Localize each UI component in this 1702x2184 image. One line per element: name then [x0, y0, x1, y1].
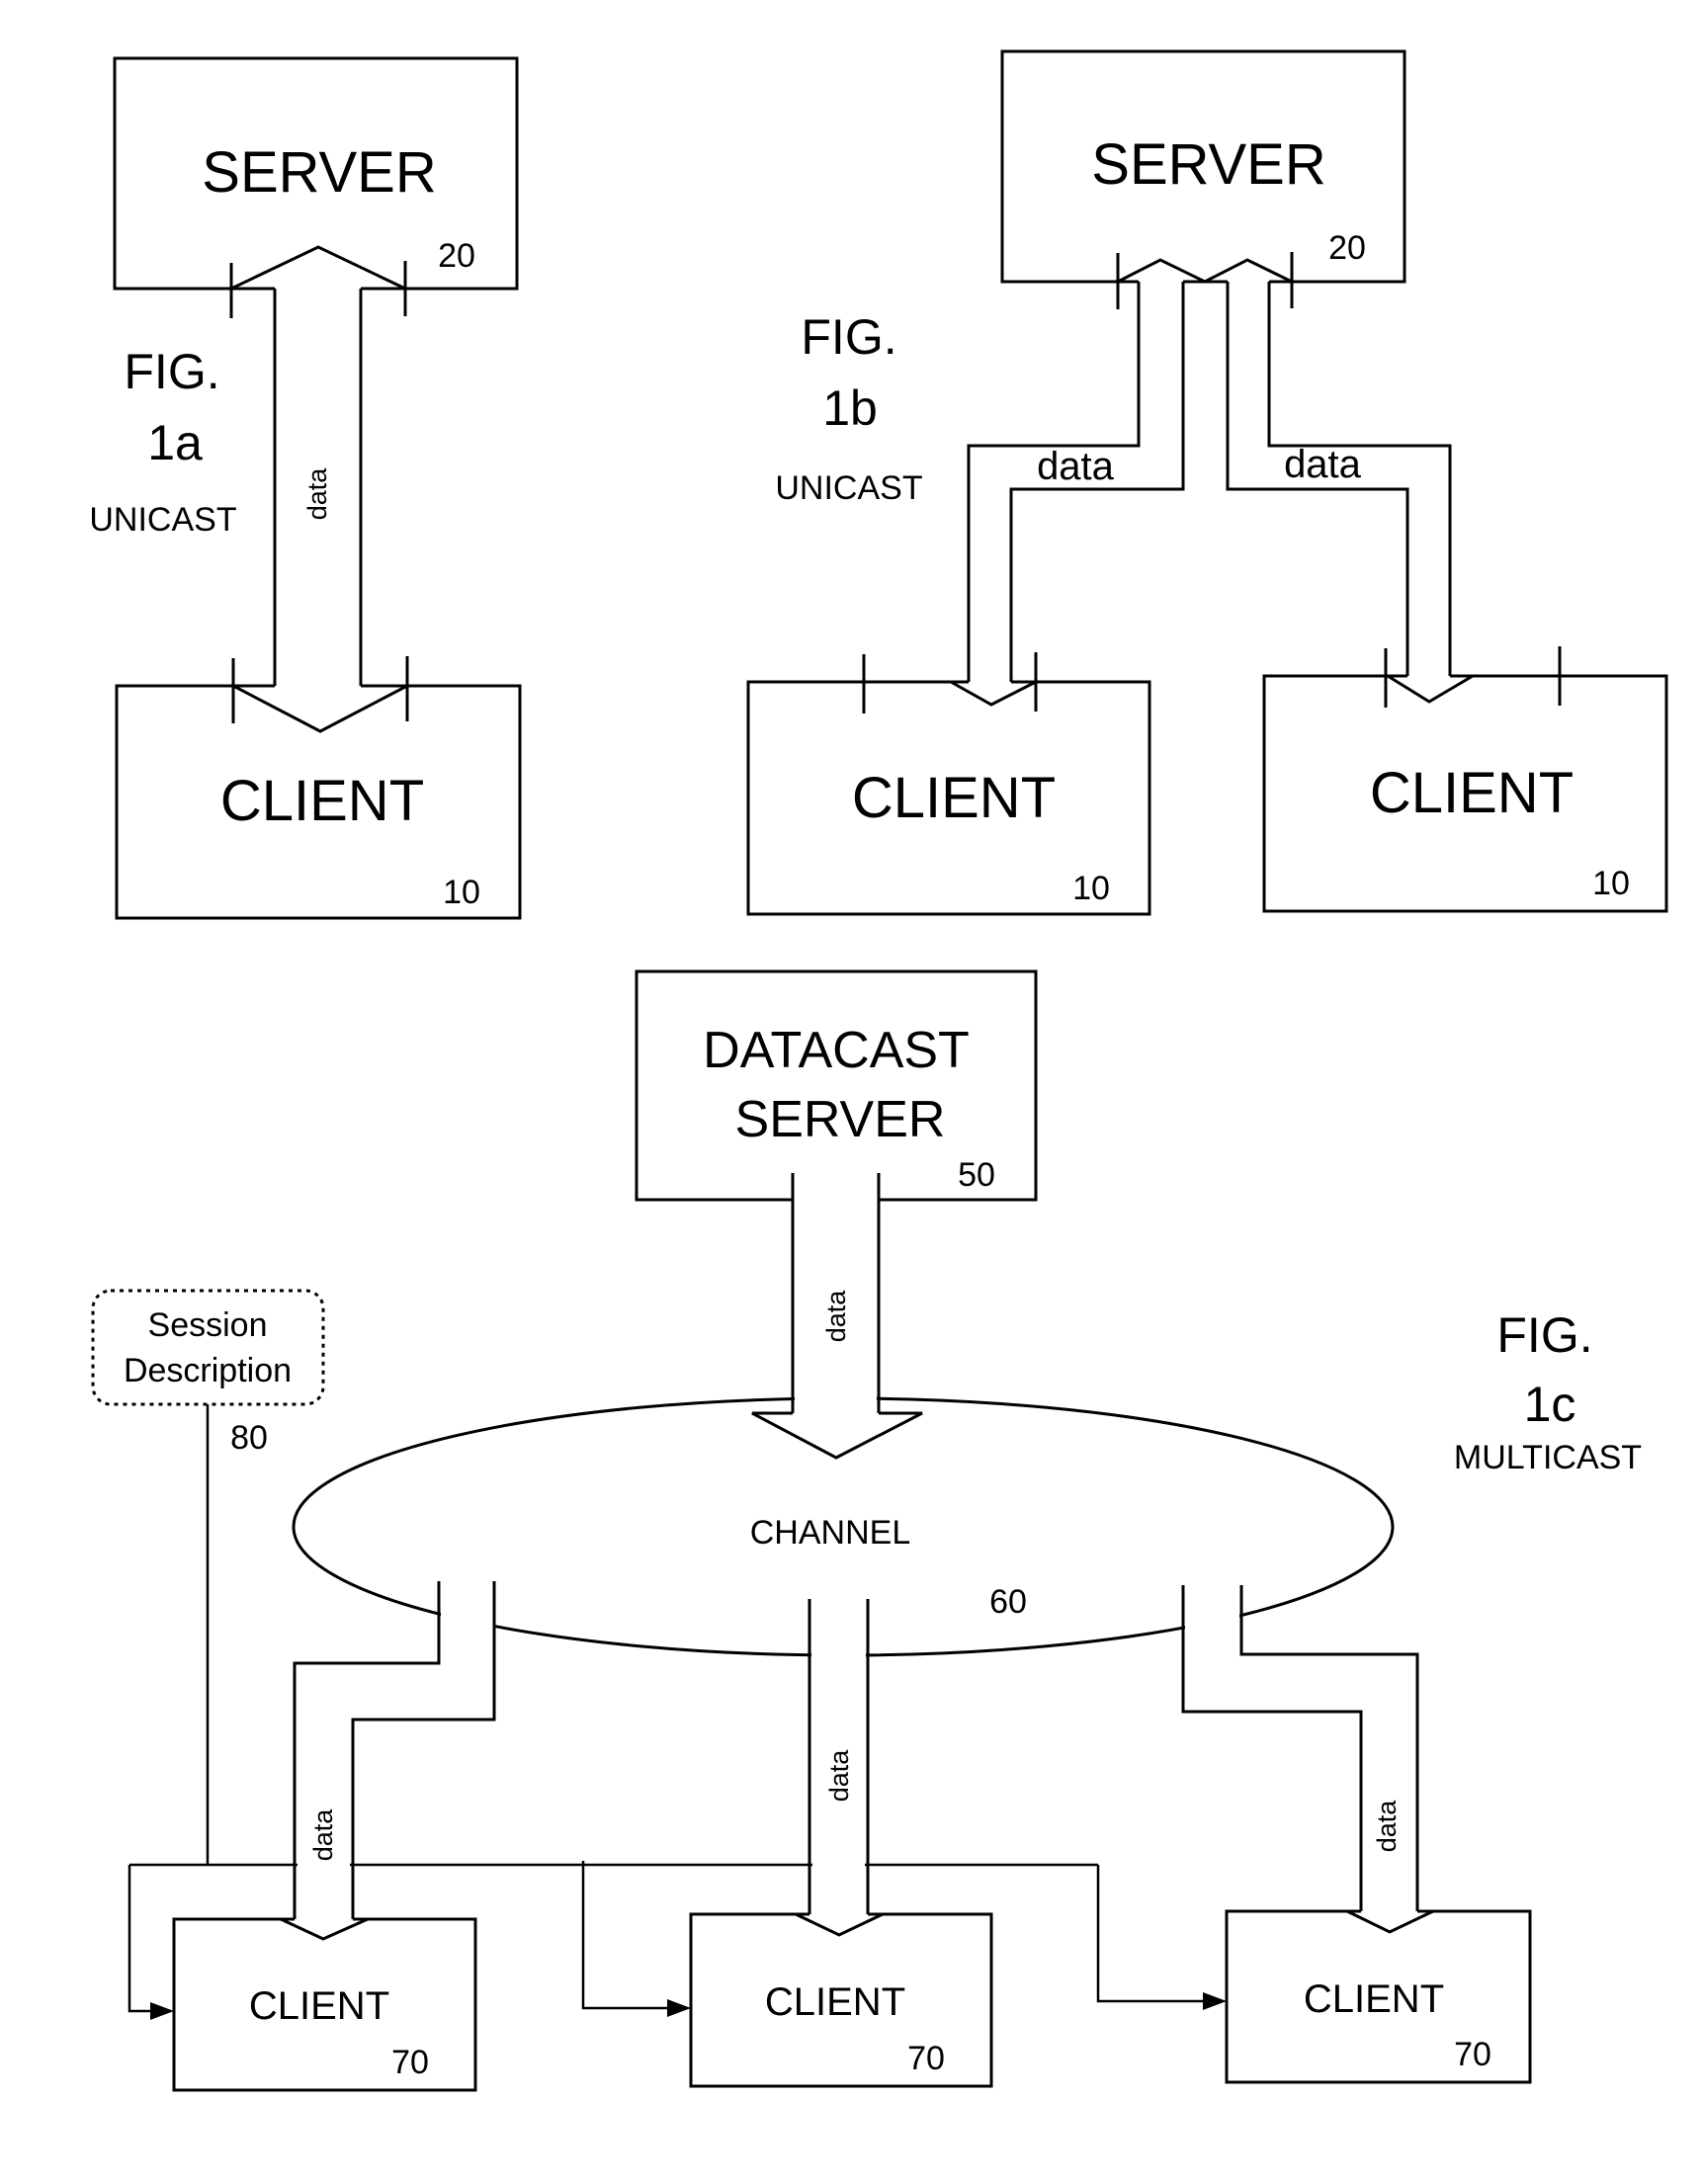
server-label: SERVER [202, 140, 436, 205]
client-ref: 70 [907, 2040, 945, 2077]
fig-1a: SERVER 20 CLIENT 10 data FIG. 1a UNICAST [89, 56, 522, 920]
session-ref: 80 [230, 1419, 268, 1457]
server-label-line2: SERVER [735, 1091, 946, 1148]
arrowhead-down-1a [232, 684, 408, 733]
client-ref: 70 [391, 2044, 429, 2081]
server-label: SERVER [1091, 132, 1325, 197]
client-ref: 10 [1072, 870, 1110, 907]
client-label: CLIENT [249, 1984, 389, 2028]
stub-mask [811, 1581, 866, 1670]
arrowhead-down-1b-right [1387, 674, 1474, 704]
client-ref: 70 [1454, 2036, 1491, 2073]
data-label: data [1037, 445, 1115, 488]
data-label: data [824, 1749, 854, 1803]
session-line1: Session [148, 1306, 268, 1344]
arrowhead-icon [1203, 1992, 1227, 2010]
session-line2: Description [124, 1352, 292, 1389]
stub-mask [441, 1581, 494, 1670]
fig-label: FIG. [801, 309, 896, 365]
fig-caption: MULTICAST [1454, 1439, 1642, 1476]
arrowhead-icon [667, 1999, 691, 2017]
server-label-line1: DATACAST [703, 1022, 970, 1079]
fig-label: FIG. [1496, 1307, 1592, 1363]
bus-mask [812, 1854, 865, 1868]
data-label: data [1372, 1800, 1402, 1853]
shaft-mask [795, 1388, 877, 1412]
client-label: CLIENT [765, 1980, 905, 2024]
client-ref: 10 [443, 874, 480, 911]
fig-label: FIG. [124, 344, 219, 399]
client-label: CLIENT [852, 766, 1056, 830]
fig-number: 1b [822, 380, 878, 436]
fig-1b: SERVER 20 data data CLIENT 10 CLIENT 10 … [746, 49, 1668, 916]
fig-number: 1a [147, 415, 203, 470]
server-ref: 50 [958, 1156, 995, 1194]
fig-caption: UNICAST [775, 469, 922, 507]
client-label: CLIENT [220, 769, 424, 833]
data-label: data [302, 467, 332, 521]
fig-1c: Session Description 80 DATACAST SERVER 5… [91, 969, 1642, 2092]
channel-ref: 60 [989, 1583, 1027, 1621]
arrowhead-up-1b [1117, 258, 1293, 284]
arrowhead-icon [150, 2002, 174, 2020]
data-label: data [821, 1290, 851, 1343]
client-label: CLIENT [1370, 761, 1574, 825]
arrowhead-down-1b-left [950, 680, 1037, 707]
client-ref: 10 [1592, 865, 1630, 902]
arrowhead-down-client [1346, 1909, 1434, 1934]
server-ref: 20 [1328, 229, 1366, 267]
patent-figure: SERVER 20 CLIENT 10 data FIG. 1a UNICAST… [89, 49, 1668, 2092]
stub-mask [1185, 1581, 1239, 1670]
server-ref: 20 [438, 237, 475, 275]
data-label: data [1284, 443, 1362, 486]
arrowhead-down-channel [751, 1411, 923, 1460]
arrowhead-down-client [795, 1912, 884, 1937]
data-label: data [308, 1808, 338, 1862]
fig-caption: UNICAST [89, 501, 236, 539]
channel-label: CHANNEL [750, 1514, 910, 1552]
client-label: CLIENT [1304, 1977, 1444, 2021]
fig-number: 1c [1524, 1377, 1576, 1432]
arrowhead-up-1a [230, 245, 406, 291]
arrowhead-down-client [280, 1917, 369, 1941]
